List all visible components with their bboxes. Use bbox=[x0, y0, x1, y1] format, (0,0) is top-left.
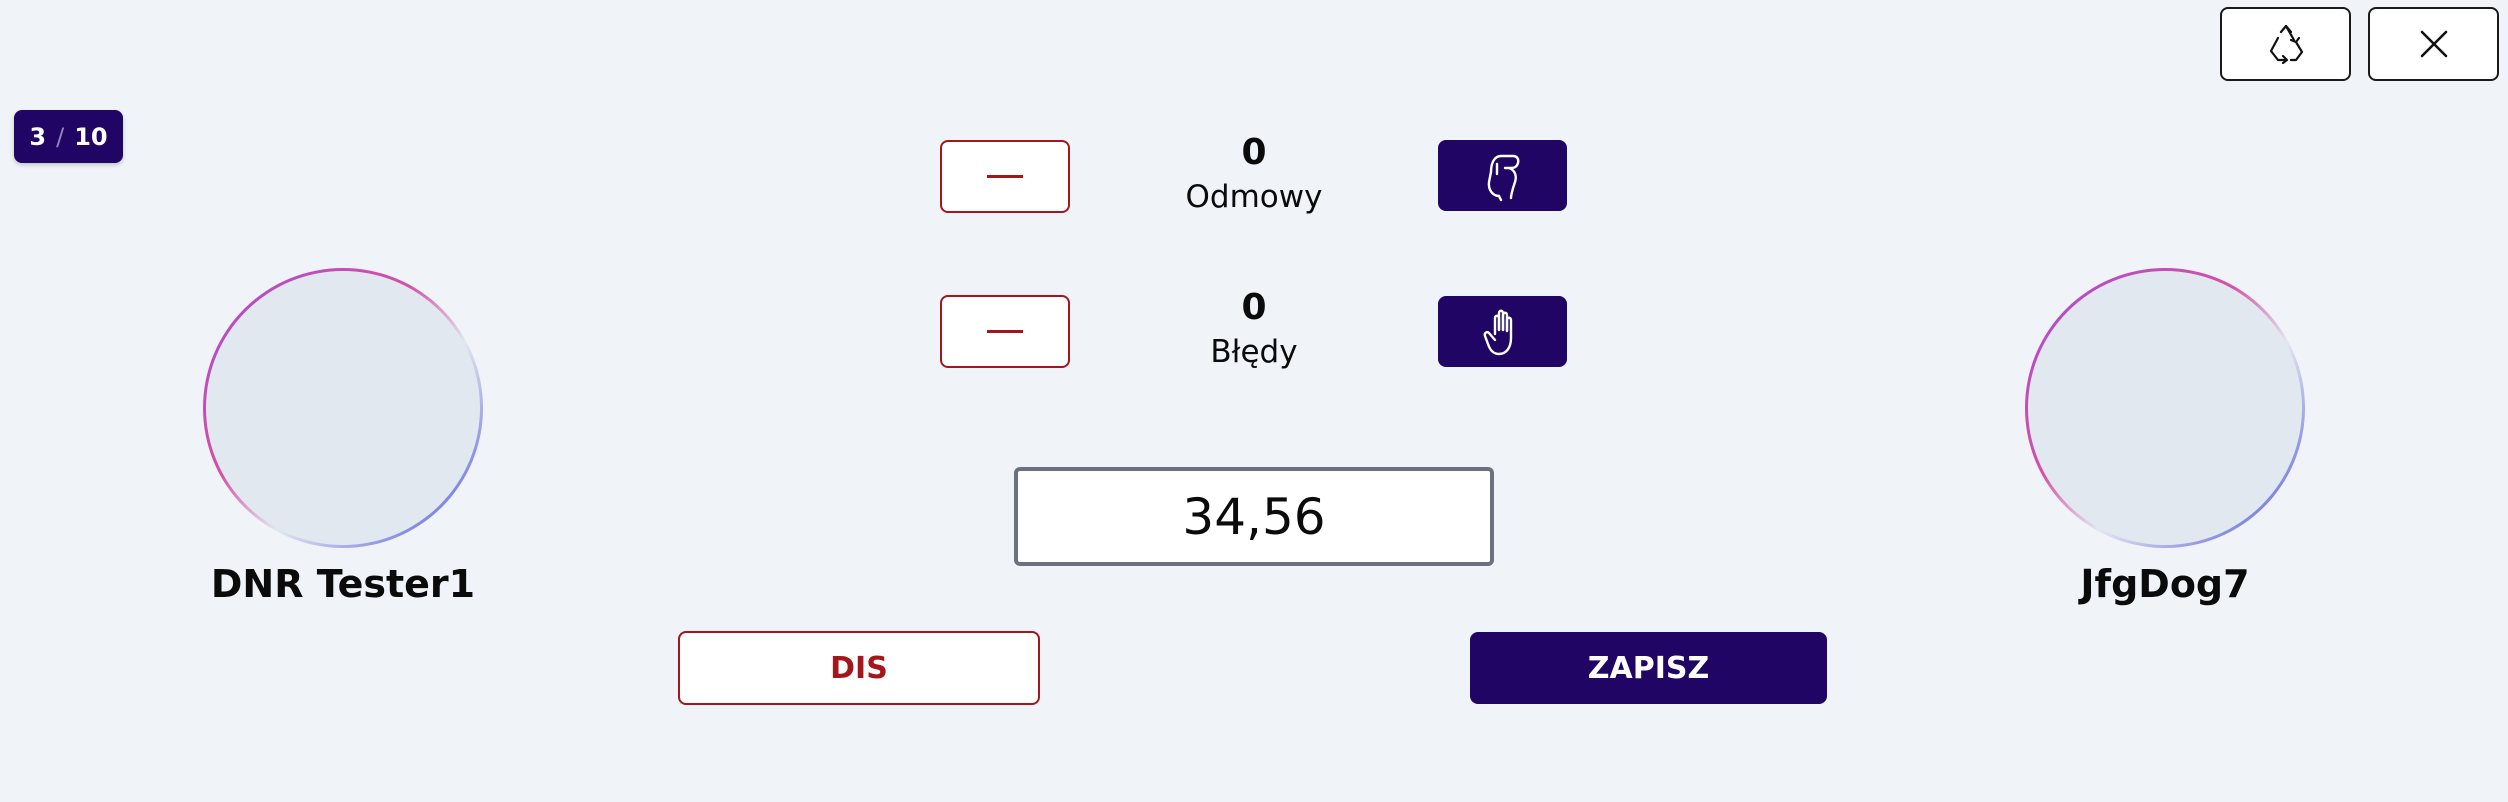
right-player-avatar bbox=[2025, 268, 2305, 548]
refusals-label: Odmowy bbox=[1185, 179, 1323, 215]
time-input[interactable]: 34,56 bbox=[1014, 467, 1494, 566]
recycle-icon bbox=[2269, 24, 2303, 64]
errors-label: Błędy bbox=[1210, 334, 1298, 370]
left-player-avatar bbox=[203, 268, 483, 548]
counter-current: 3 bbox=[29, 122, 47, 151]
refusals-decrement-button[interactable] bbox=[940, 140, 1070, 213]
close-button[interactable] bbox=[2368, 7, 2499, 81]
dis-button[interactable]: DIS bbox=[678, 631, 1040, 705]
refusals-increment-button[interactable] bbox=[1438, 140, 1567, 211]
refusals-count: 0 bbox=[1241, 132, 1267, 173]
hand-icon bbox=[1483, 309, 1512, 355]
save-button[interactable]: ZAPISZ bbox=[1470, 632, 1827, 704]
counter-separator: / bbox=[56, 122, 65, 151]
refusals-stat: 0 Odmowy bbox=[1144, 133, 1364, 217]
errors-decrement-button[interactable] bbox=[940, 295, 1070, 368]
errors-count: 0 bbox=[1241, 287, 1267, 328]
round-counter-badge: 3 / 10 bbox=[14, 110, 123, 163]
counter-total: 10 bbox=[74, 122, 108, 151]
errors-increment-button[interactable] bbox=[1438, 296, 1567, 367]
errors-stat: 0 Błędy bbox=[1144, 288, 1364, 372]
right-player-name: JfgDog7 bbox=[2080, 562, 2250, 606]
minus-icon bbox=[987, 330, 1023, 333]
left-player-name: DNR Tester1 bbox=[210, 562, 476, 606]
judging-panel: 3 / 10 0 Odmowy 0 Błędy 34,56 DNR Tester… bbox=[0, 0, 2508, 802]
close-icon bbox=[2420, 30, 2447, 58]
reset-button[interactable] bbox=[2220, 7, 2351, 81]
fist-icon bbox=[1487, 154, 1519, 201]
time-value: 34,56 bbox=[1182, 487, 1326, 546]
minus-icon bbox=[987, 175, 1023, 178]
